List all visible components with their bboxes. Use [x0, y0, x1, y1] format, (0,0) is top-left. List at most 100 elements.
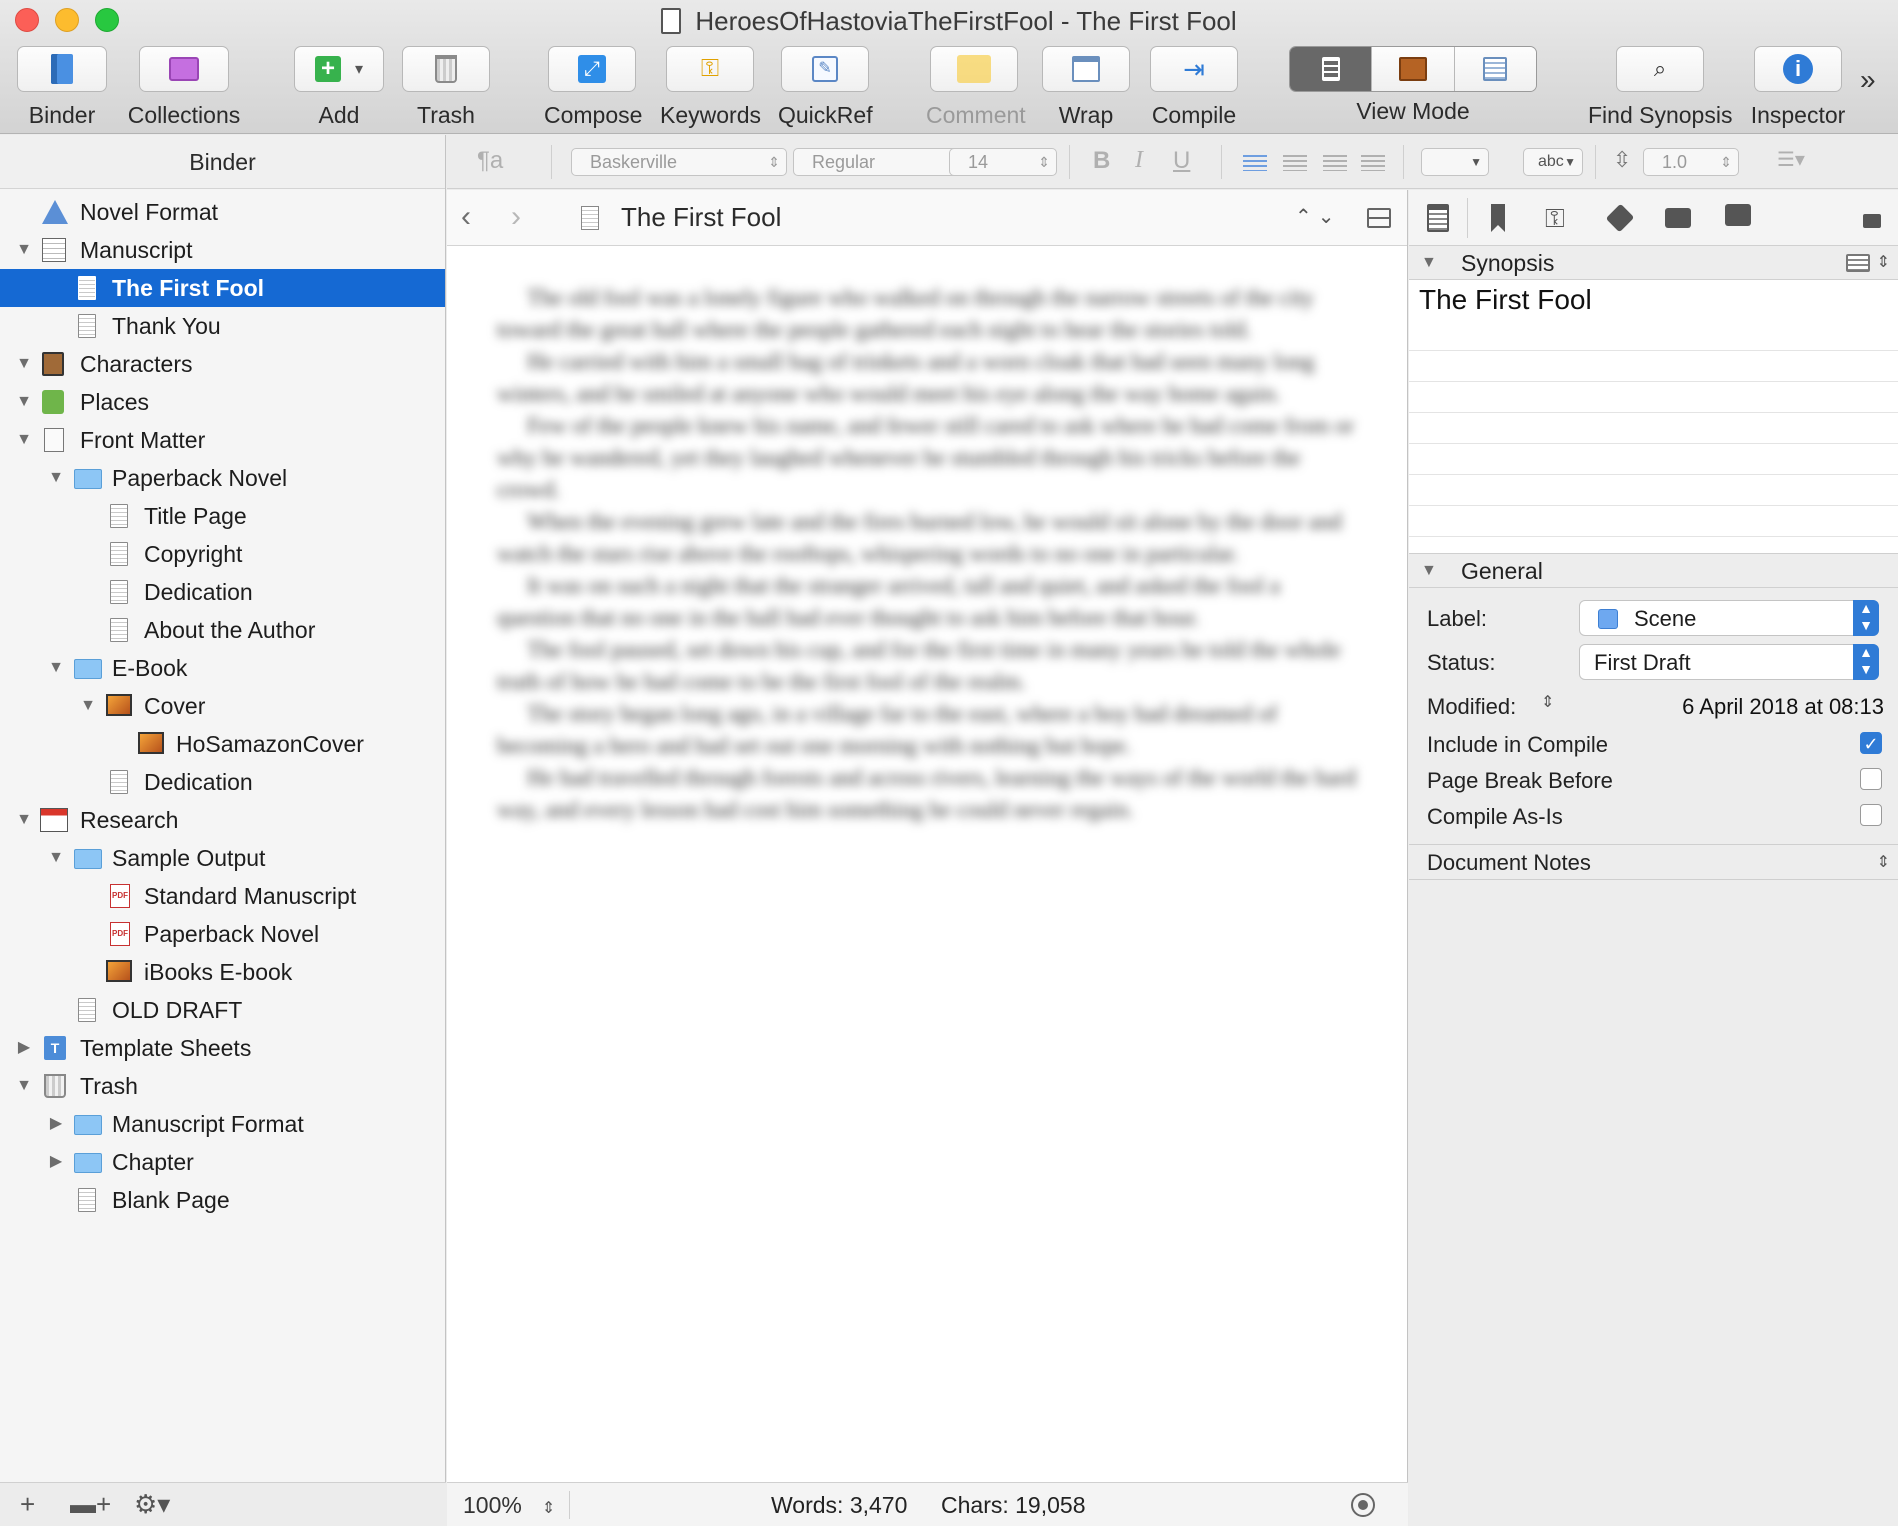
binder-item-front-matter[interactable]: ▼ Front Matter — [0, 421, 445, 459]
status-popup[interactable]: First Draft ▲ ▼ — [1579, 644, 1879, 680]
disclosure-expanded-icon[interactable]: ▼ — [46, 459, 66, 497]
line-spacing-select[interactable]: 1.0 ⇕ — [1643, 148, 1739, 176]
binder-item-thank-you[interactable]: Thank You — [0, 307, 445, 345]
gear-icon[interactable]: ⚙▾ — [134, 1491, 170, 1517]
binder-item-characters[interactable]: ▼ Characters — [0, 345, 445, 383]
binder-item-e-book[interactable]: ▼ E-Book — [0, 649, 445, 687]
editor-document-title[interactable]: The First Fool — [621, 202, 781, 233]
wrap-toolbar-button[interactable]: Wrap — [1042, 46, 1130, 129]
disclosure-expanded-icon[interactable]: ▼ — [78, 687, 98, 725]
binder-item-novel-format[interactable]: Novel Format — [0, 193, 445, 231]
binder-item-template-sheets[interactable]: ▶ T Template Sheets — [0, 1029, 445, 1067]
font-family-select[interactable]: Baskerville ⇕ — [571, 148, 787, 176]
updown-chevron-icon[interactable]: ⇕ — [1877, 845, 1890, 881]
binder-item-cover[interactable]: ▼ Cover — [0, 687, 445, 725]
binder-item-chapter[interactable]: ▶ Chapter — [0, 1143, 445, 1181]
collections-toolbar-button[interactable]: Collections — [120, 46, 248, 129]
binder-item-manuscript-format[interactable]: ▶ Manuscript Format — [0, 1105, 445, 1143]
disclosure-expanded-icon[interactable]: ▼ — [14, 421, 34, 459]
italic-button[interactable]: I — [1135, 147, 1143, 174]
lock-icon[interactable] — [1863, 214, 1881, 228]
date-format-toggle-icon[interactable]: ⇕ — [1541, 692, 1554, 712]
toolbar-overflow-chevron-icon[interactable]: » — [1860, 64, 1876, 96]
view-mode-document-button[interactable] — [1290, 47, 1373, 91]
binder-item-manuscript[interactable]: ▼ Manuscript — [0, 231, 445, 269]
binder-item-dedication[interactable]: Dedication — [0, 573, 445, 611]
binder-item-old-draft[interactable]: OLD DRAFT — [0, 991, 445, 1029]
notes-tab-icon[interactable] — [1427, 204, 1449, 232]
document-notes-header[interactable]: Document Notes ⇕ — [1409, 844, 1898, 880]
disclosure-expanded-icon[interactable]: ▼ — [1421, 554, 1437, 588]
binder-item-sample-output[interactable]: ▼ Sample Output — [0, 839, 445, 877]
align-right-icon[interactable] — [1323, 155, 1347, 171]
binder-item-trash[interactable]: ▼ Trash — [0, 1067, 445, 1105]
key-tab-icon[interactable]: ⚿ — [1545, 204, 1581, 232]
align-center-icon[interactable] — [1283, 155, 1307, 171]
disclosure-expanded-icon[interactable]: ▼ — [14, 345, 34, 383]
binder-item-paperback-novel-pdf[interactable]: PDF Paperback Novel — [0, 915, 445, 953]
comment-tab-icon[interactable] — [1725, 204, 1751, 226]
disclosure-expanded-icon[interactable]: ▼ — [46, 649, 66, 687]
underline-button[interactable]: U — [1173, 147, 1190, 175]
list-bullets-icon[interactable]: ☰▾ — [1777, 147, 1805, 172]
split-editor-icon[interactable] — [1367, 208, 1391, 228]
comment-toolbar-button[interactable]: Comment — [926, 46, 1026, 129]
target-icon[interactable] — [1351, 1493, 1375, 1517]
find-synopsis-toolbar-button[interactable]: ⌕ Find Synopsis — [1588, 46, 1732, 129]
add-toolbar-button[interactable]: + ▾ Add — [294, 46, 384, 129]
updown-chevron-icon[interactable]: ⇕ — [1877, 246, 1890, 280]
binder-item-ebook-dedication[interactable]: Dedication — [0, 763, 445, 801]
binder-item-ibooks-e-book[interactable]: iBooks E-book — [0, 953, 445, 991]
binder-item-places[interactable]: ▼ Places — [0, 383, 445, 421]
add-item-plus-icon[interactable]: + — [20, 1491, 35, 1517]
editor-text-area[interactable]: The old fool was a lonely figure who wal… — [497, 282, 1357, 1454]
zoom-select[interactable]: 100% ⇕ — [463, 1492, 555, 1519]
synopsis-text-icon[interactable] — [1846, 254, 1870, 272]
synopsis-text-box[interactable]: The First Fool — [1409, 280, 1898, 554]
quickref-toolbar-button[interactable]: ✎ QuickRef — [778, 46, 873, 129]
binder-item-blank-page[interactable]: Blank Page — [0, 1181, 445, 1219]
inspector-toolbar-button[interactable]: i Inspector — [1748, 46, 1848, 129]
binder-item-title-page[interactable]: Title Page — [0, 497, 445, 535]
disclosure-expanded-icon[interactable]: ▼ — [14, 383, 34, 421]
binder-item-paperback-novel-folder[interactable]: ▼ Paperback Novel — [0, 459, 445, 497]
disclosure-expanded-icon[interactable]: ▼ — [14, 801, 34, 839]
disclosure-collapsed-icon[interactable]: ▶ — [14, 1029, 34, 1067]
text-color-well[interactable]: ▼ — [1421, 148, 1489, 176]
bookmark-tab-icon[interactable] — [1491, 204, 1505, 232]
binder-toolbar-button[interactable]: Binder — [16, 46, 108, 129]
paragraph-style-button[interactable]: ¶a — [477, 147, 503, 175]
binder-item-research[interactable]: ▼ Research — [0, 801, 445, 839]
disclosure-expanded-icon[interactable]: ▼ — [14, 231, 34, 269]
binder-item-hosamazoncover[interactable]: HoSamazonCover — [0, 725, 445, 763]
label-popup[interactable]: Scene ▲ ▼ — [1579, 600, 1879, 636]
back-chevron-icon[interactable]: ‹ — [461, 200, 471, 234]
binder-item-about-the-author[interactable]: About the Author — [0, 611, 445, 649]
include-in-compile-checkbox[interactable]: ✓ — [1860, 732, 1882, 754]
view-mode-outliner-button[interactable] — [1454, 47, 1536, 91]
tag-tab-icon[interactable] — [1605, 203, 1635, 233]
add-folder-icon[interactable]: ▬+ — [70, 1491, 111, 1517]
general-section-header[interactable]: ▼ General — [1409, 554, 1898, 588]
synopsis-title[interactable]: The First Fool — [1419, 284, 1592, 316]
disclosure-collapsed-icon[interactable]: ▶ — [46, 1105, 66, 1143]
disclosure-expanded-icon[interactable]: ▼ — [1421, 246, 1437, 280]
binder-item-the-first-fool[interactable]: The First Fool — [0, 269, 445, 307]
keywords-toolbar-button[interactable]: ⚿ Keywords — [660, 46, 761, 129]
camera-tab-icon[interactable] — [1665, 208, 1691, 228]
align-justify-icon[interactable] — [1361, 155, 1385, 171]
synopsis-section-header[interactable]: ▼ Synopsis ⇕ — [1409, 246, 1898, 280]
compile-as-is-checkbox[interactable] — [1860, 804, 1882, 826]
forward-chevron-icon[interactable]: › — [511, 200, 521, 234]
disclosure-collapsed-icon[interactable]: ▶ — [46, 1143, 66, 1181]
bold-button[interactable]: B — [1093, 147, 1110, 175]
font-size-select[interactable]: 14 ⇕ — [949, 148, 1057, 176]
highlight-color-well[interactable]: abc ▼ — [1523, 148, 1583, 176]
previous-next-document-icon[interactable]: ⌃⌄ — [1295, 204, 1341, 229]
align-left-icon[interactable] — [1243, 155, 1267, 171]
page-break-before-checkbox[interactable] — [1860, 768, 1882, 790]
view-mode-corkboard-button[interactable] — [1372, 47, 1455, 91]
compose-toolbar-button[interactable]: ⤢ Compose — [544, 46, 642, 129]
disclosure-expanded-icon[interactable]: ▼ — [46, 839, 66, 877]
binder-item-standard-manuscript[interactable]: PDF Standard Manuscript — [0, 877, 445, 915]
